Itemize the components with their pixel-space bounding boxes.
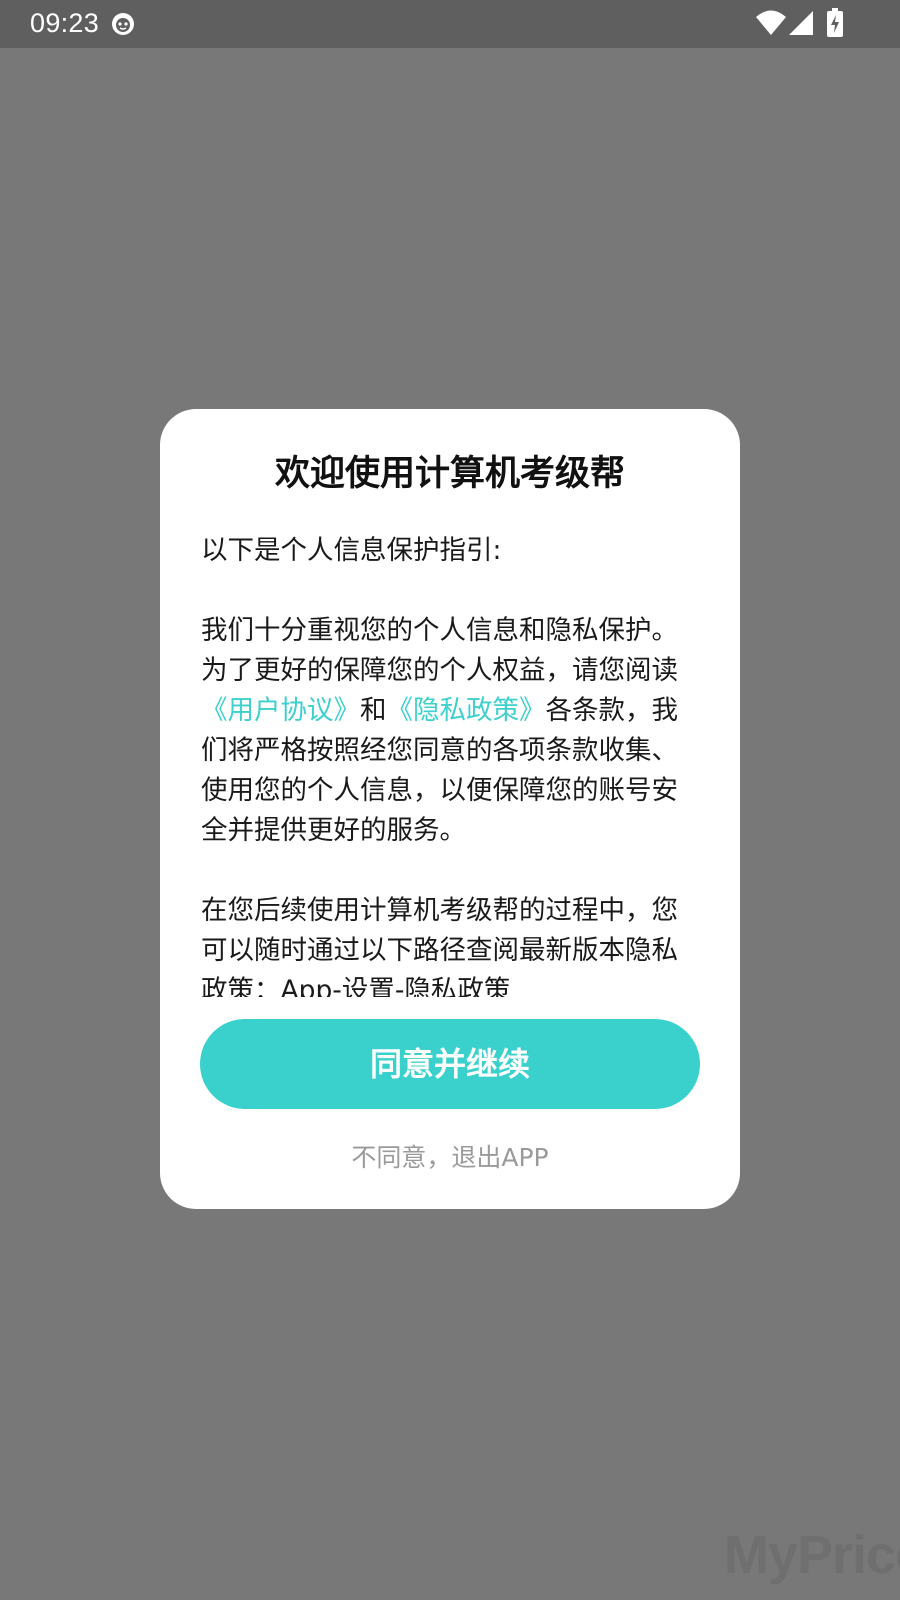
user-agreement-link[interactable]: 《用户协议》 <box>201 695 360 726</box>
status-bar: 09:23 <box>0 0 900 48</box>
status-time: 09:23 <box>30 8 100 38</box>
agree-continue-button[interactable]: 同意并继续 <box>200 1019 700 1109</box>
watermark-logo: MyPrice <box>724 1525 900 1585</box>
privacy-dialog: 欢迎使用计算机考级帮 以下是个人信息保护指引: 我们十分重视您的个人信息和隐私保… <box>160 409 740 1209</box>
dialog-title: 欢迎使用计算机考级帮 <box>274 454 625 494</box>
privacy-policy-link[interactable]: 《隐私政策》 <box>387 695 546 726</box>
protection-text-before: 我们十分重视您的个人信息和隐私保护。为了更好的保障您的个人权益，请您阅读 <box>201 615 678 686</box>
and-text: 和 <box>360 695 387 726</box>
signal-icon <box>789 11 813 35</box>
privacy-content-scroll[interactable]: 以下是个人信息保护指引: 我们十分重视您的个人信息和隐私保护。为了更好的保障您的… <box>201 531 691 997</box>
disagree-exit-link[interactable]: 不同意，退出APP <box>160 1141 740 1175</box>
intro-text: 以下是个人信息保护指引: <box>201 535 502 566</box>
cat-icon <box>112 13 134 35</box>
battery-charging-icon <box>827 8 843 37</box>
protection-paragraph: 我们十分重视您的个人信息和隐私保护。为了更好的保障您的个人权益，请您阅读《用户协… <box>201 611 691 851</box>
policy-path-paragraph: 在您后续使用计算机考级帮的过程中，您可以随时通过以下路径查阅最新版本隐私政策：A… <box>201 895 678 997</box>
wifi-icon <box>756 10 786 35</box>
